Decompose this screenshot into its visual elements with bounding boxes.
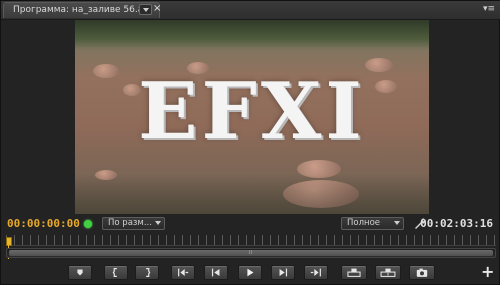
- close-icon[interactable]: ×: [153, 2, 161, 15]
- plus-icon[interactable]: +: [481, 264, 494, 280]
- marker-icon: [77, 269, 83, 276]
- play-icon: [247, 268, 254, 277]
- ruler-ticks: [6, 235, 496, 246]
- zoom-level-select[interactable]: По разм...: [102, 217, 165, 230]
- step-back-icon: [211, 268, 220, 277]
- go-to-out-button[interactable]: [304, 265, 328, 280]
- camera-icon: [416, 268, 428, 277]
- playback-resolution-select[interactable]: Полное: [341, 217, 404, 230]
- playhead-handle[interactable]: [6, 237, 12, 246]
- step-back-button[interactable]: [204, 265, 228, 280]
- mark-in-button[interactable]: [104, 265, 128, 280]
- video-background-trees: [75, 20, 429, 50]
- video-overlay-title: EFXI: [138, 66, 366, 157]
- panel-menu-icon[interactable]: ▾≡: [483, 4, 495, 15]
- video-preview[interactable]: EFXI: [75, 20, 429, 214]
- video-foreground-shade: [75, 174, 429, 214]
- timeline-ruler[interactable]: [6, 235, 496, 259]
- mark-out-button[interactable]: [135, 265, 159, 280]
- mark-in-icon: [112, 267, 117, 278]
- lift-button[interactable]: [341, 265, 367, 280]
- extract-icon: [380, 268, 396, 277]
- panel-tab-bar: Программа: на_заливе 56.avi × ▾≡: [1, 1, 500, 20]
- zoom-scrollbar[interactable]: [6, 248, 496, 258]
- mark-out-icon: [146, 267, 151, 278]
- go-to-in-icon: [178, 268, 189, 277]
- tab-program-monitor[interactable]: Программа: на_заливе 56.avi: [3, 2, 160, 18]
- export-frame-button[interactable]: [409, 265, 435, 280]
- add-marker-button[interactable]: [68, 265, 92, 280]
- chevron-down-icon: [394, 221, 400, 225]
- status-indicator: [84, 220, 92, 228]
- step-forward-button[interactable]: [271, 265, 295, 280]
- go-to-out-icon: [310, 268, 321, 277]
- go-to-in-button[interactable]: [171, 265, 195, 280]
- extract-button[interactable]: [375, 265, 401, 280]
- lift-icon: [347, 268, 361, 277]
- step-forward-icon: [279, 268, 288, 277]
- chevron-down-icon[interactable]: [139, 4, 152, 15]
- duration-timecode: 00:02:03:16: [420, 217, 493, 230]
- program-monitor-panel: Программа: на_заливе 56.avi × ▾≡ EFXI 00…: [0, 0, 500, 285]
- chevron-down-icon: [155, 221, 161, 225]
- zoom-level-value: По разм...: [108, 218, 152, 228]
- tab-title: Программа: на_заливе 56.avi: [13, 5, 152, 15]
- scrollbar-grip: [249, 250, 253, 254]
- play-button[interactable]: [238, 265, 262, 280]
- current-timecode[interactable]: 00:00:00:00: [7, 217, 80, 231]
- playback-resolution-value: Полное: [347, 218, 381, 228]
